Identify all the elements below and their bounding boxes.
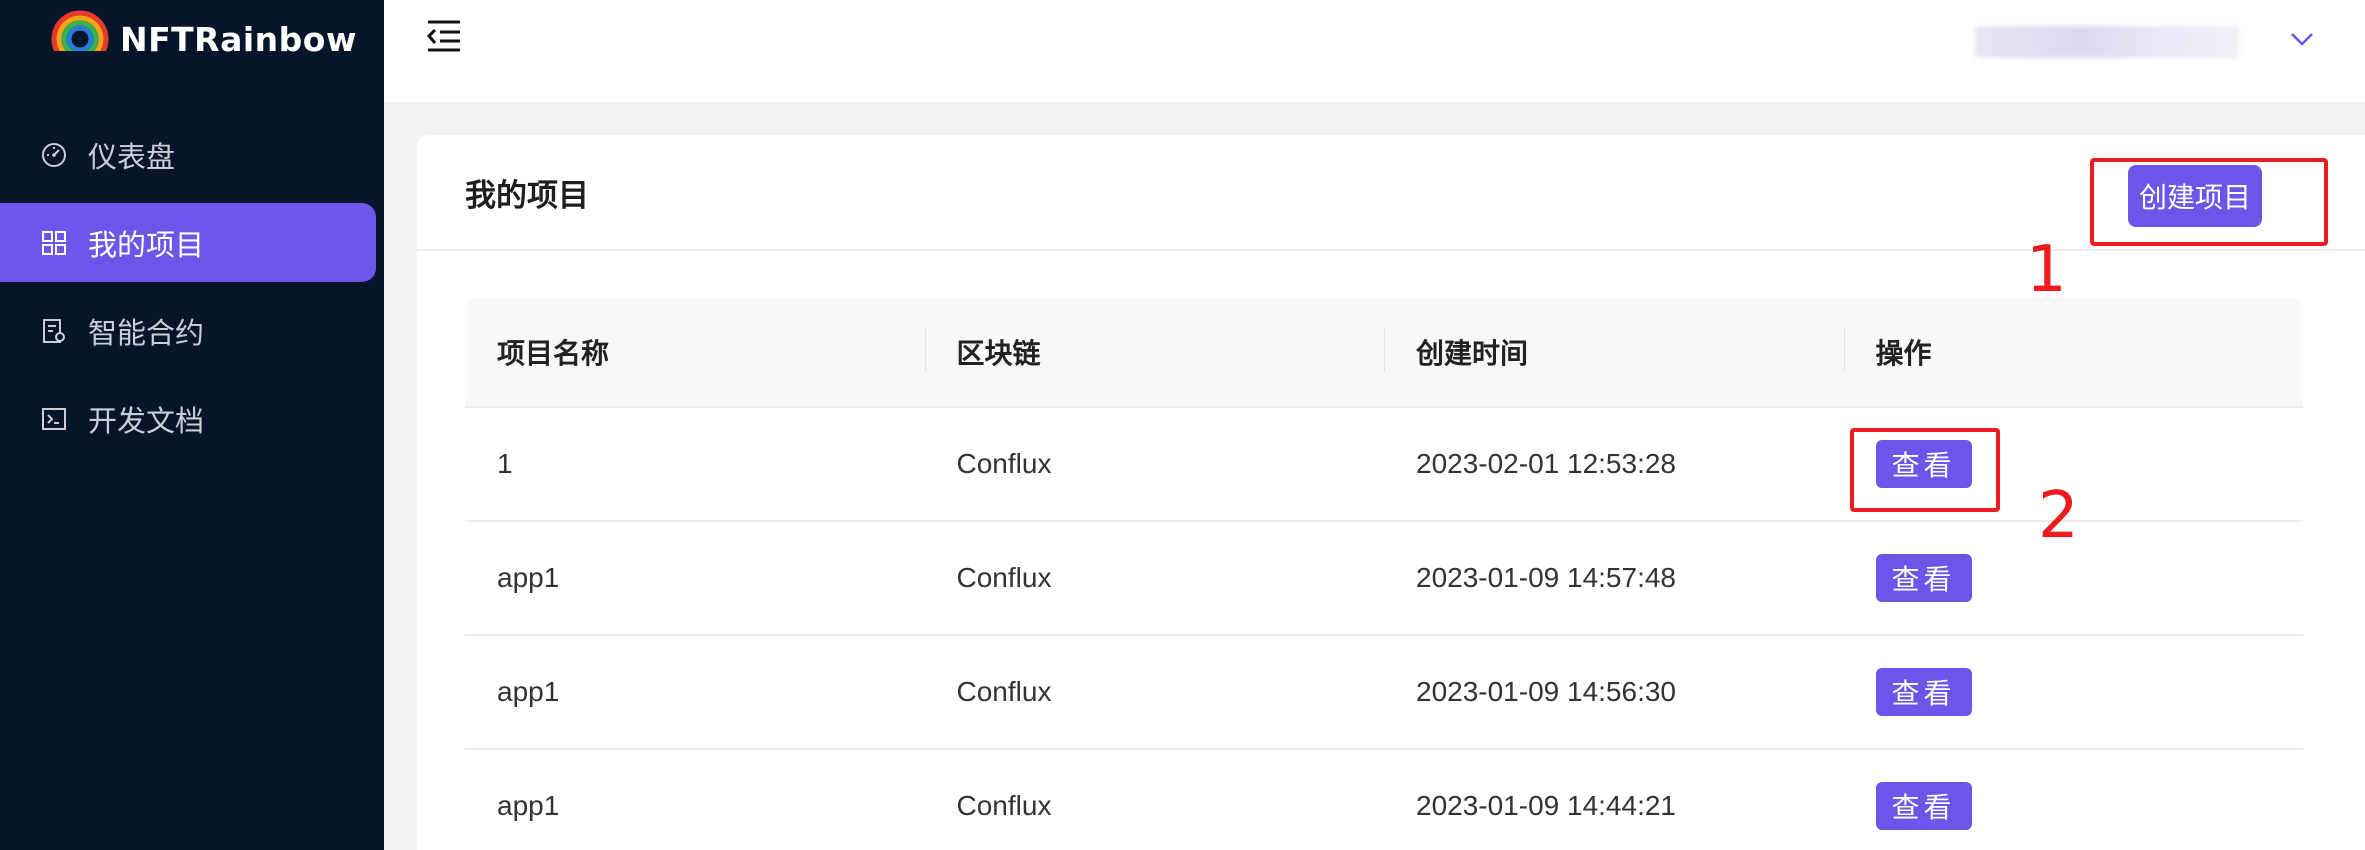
project-created: 2023-01-09 14:56:30 [1416, 676, 1676, 707]
sidebar-item-smart-contracts[interactable]: 智能合约 [0, 291, 376, 370]
view-button[interactable]: 查看 [1875, 668, 1972, 716]
project-created: 2023-01-09 14:57:48 [1416, 562, 1676, 593]
contract-icon [40, 317, 68, 345]
view-button[interactable]: 查看 [1875, 782, 1972, 830]
column-header: 区块链 [924, 328, 1385, 372]
project-name: 1 [497, 448, 513, 479]
sidebar-item-label: 开发文档 [88, 405, 205, 438]
menu-collapse-icon[interactable] [424, 16, 464, 56]
sidebar-item-my-projects[interactable]: 我的项目 [0, 203, 376, 282]
table-row: 1 Conflux 2023-02-01 12:53:28 查看 [465, 408, 2303, 522]
annotation-box-view [1850, 428, 2000, 512]
sidebar-item-dev-docs[interactable]: 开发文档 [0, 379, 376, 458]
project-chain: Conflux [956, 562, 1052, 593]
brand[interactable]: NFTRainbow [50, 6, 357, 72]
sidebar-item-label: 我的项目 [88, 229, 205, 262]
chevron-down-icon[interactable] [2288, 26, 2316, 52]
project-name: app1 [497, 790, 560, 821]
annotation-number: 2 [2038, 479, 2079, 553]
column-header: 创建时间 [1384, 328, 1844, 372]
action-cell: 查看 [1844, 782, 2304, 830]
view-button[interactable]: 查看 [1875, 554, 1972, 602]
project-name: app1 [497, 676, 560, 707]
project-created: 2023-01-09 14:44:21 [1416, 790, 1676, 821]
terminal-icon [40, 405, 68, 433]
card-header: 我的项目 创建项目 [417, 135, 2365, 251]
action-cell: 查看 [1844, 668, 2304, 716]
table-row: app1 Conflux 2023-01-09 14:44:21 查看 [465, 750, 2303, 850]
project-name: app1 [497, 562, 560, 593]
table-row: app1 Conflux 2023-01-09 14:57:48 查看 [465, 522, 2303, 636]
top-header [384, 0, 2365, 102]
project-chain: Conflux [956, 676, 1052, 707]
sidebar-nav: 仪表盘 我的项目 智能合约 开发文档 [0, 115, 384, 467]
projects-table: 项目名称 区块链 创建时间 操作 1 Conflux 2023-02-01 12… [465, 298, 2303, 850]
project-created: 2023-02-01 12:53:28 [1416, 448, 1676, 479]
action-cell: 查看 [1844, 554, 2304, 602]
sidebar: NFTRainbow 仪表盘 我的项目 智能合约 开发文档 [0, 0, 384, 850]
column-header: 操作 [1843, 328, 2304, 372]
dashboard-icon [40, 141, 68, 169]
sidebar-item-dashboard[interactable]: 仪表盘 [0, 115, 376, 194]
sidebar-item-label: 仪表盘 [88, 141, 176, 174]
annotation-number: 1 [2026, 233, 2067, 307]
project-chain: Conflux [956, 790, 1052, 821]
project-chain: Conflux [956, 448, 1052, 479]
page-title: 我的项目 [465, 177, 589, 213]
rainbow-logo-icon [50, 10, 110, 69]
user-info-blurred[interactable] [1975, 26, 2239, 58]
grid-icon [40, 229, 68, 257]
table-row: app1 Conflux 2023-01-09 14:56:30 查看 [465, 636, 2303, 750]
column-header: 项目名称 [497, 338, 610, 369]
table-header: 项目名称 区块链 创建时间 操作 [465, 298, 2303, 408]
annotation-box-create [2090, 158, 2328, 246]
sidebar-item-label: 智能合约 [88, 317, 205, 350]
brand-name: NFTRainbow [120, 19, 357, 59]
